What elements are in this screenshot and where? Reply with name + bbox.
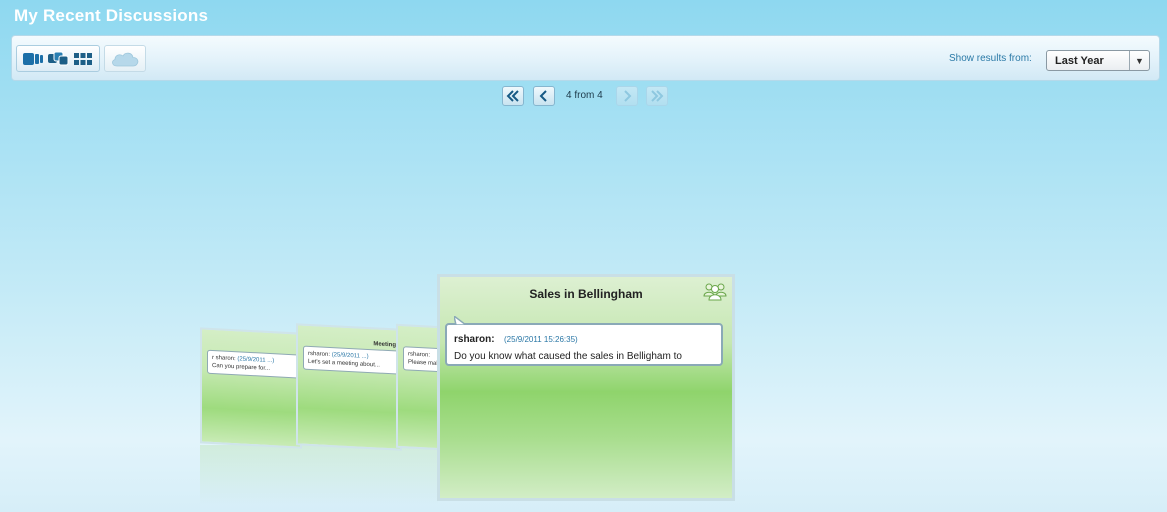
- mini-card-title: Meeting: [373, 341, 396, 349]
- carousel-view-icon: [47, 51, 69, 65]
- chevron-right-icon: [624, 90, 632, 102]
- discussion-card[interactable]: Sales in Bellingham rsharon: (25/9/2011 …: [437, 274, 735, 501]
- discussion-title: Sales in Bellingham: [529, 287, 643, 301]
- results-period-select[interactable]: Last Year ▼: [1046, 50, 1150, 71]
- results-filter-label: Show results from:: [949, 53, 1032, 64]
- double-chevron-left-icon: [506, 90, 519, 102]
- chevron-down-icon[interactable]: ▼: [1129, 51, 1149, 70]
- message-timestamp: (25/9/2011 15:26:35): [504, 335, 578, 344]
- message-text: Do you know what caused the sales in Bel…: [454, 351, 682, 362]
- mini-time: (25/9/2011 ...): [237, 356, 275, 365]
- carousel-reflection: [200, 445, 438, 505]
- tag-cloud-button[interactable]: [104, 45, 146, 72]
- mini-text: Can you prepare for...: [212, 362, 271, 372]
- bubble-tail-icon: [454, 316, 466, 325]
- message-bubble[interactable]: rsharon: (25/9/2011 15:26:35) Do you kno…: [445, 316, 723, 366]
- carousel-view-button[interactable]: [46, 50, 70, 68]
- results-period-value: Last Year: [1055, 55, 1104, 67]
- discussion-card-back-3[interactable]: rsharon: Please make...: [396, 323, 442, 451]
- chevron-left-icon: [539, 90, 547, 102]
- list-view-button[interactable]: [21, 50, 45, 68]
- group-users-icon: [703, 283, 727, 301]
- double-chevron-right-icon: [651, 90, 664, 102]
- toolbar: Show results from: Last Year ▼: [11, 35, 1160, 81]
- grid-view-icon: [74, 52, 93, 65]
- group-discussion-button[interactable]: [703, 281, 727, 306]
- mini-bubble: rsharon: (25/9/2011 ...) Let's set a mee…: [303, 345, 402, 377]
- next-page-button[interactable]: [616, 86, 638, 106]
- mini-author: rsharon:: [308, 350, 331, 359]
- mini-text: Let's set a meeting about...: [308, 358, 380, 369]
- prev-page-button[interactable]: [533, 86, 555, 106]
- mini-time: (25/9/2011 ...): [331, 352, 369, 361]
- message-author: rsharon:: [454, 334, 495, 345]
- view-mode-group: [16, 45, 100, 72]
- grid-view-button[interactable]: [71, 50, 95, 68]
- first-page-button[interactable]: [502, 86, 524, 106]
- cloud-icon: [112, 52, 139, 66]
- pager: 4 from 4: [0, 86, 1167, 106]
- discussion-card-back-2[interactable]: Meeting rsharon: (25/9/2011 ...) Let's s…: [296, 323, 402, 451]
- page-status: 4 from 4: [566, 90, 603, 101]
- last-page-button[interactable]: [646, 86, 668, 106]
- page-title: My Recent Discussions: [14, 6, 209, 25]
- mini-author: r sharon:: [212, 354, 236, 363]
- list-view-icon: [22, 52, 43, 65]
- mini-bubble: r sharon: (25/9/2011 ...) Can you prepar…: [207, 349, 302, 381]
- discussion-card-back-1[interactable]: r sharon: (25/9/2011 ...) Can you prepar…: [200, 327, 302, 449]
- mini-author: rsharon:: [408, 351, 431, 359]
